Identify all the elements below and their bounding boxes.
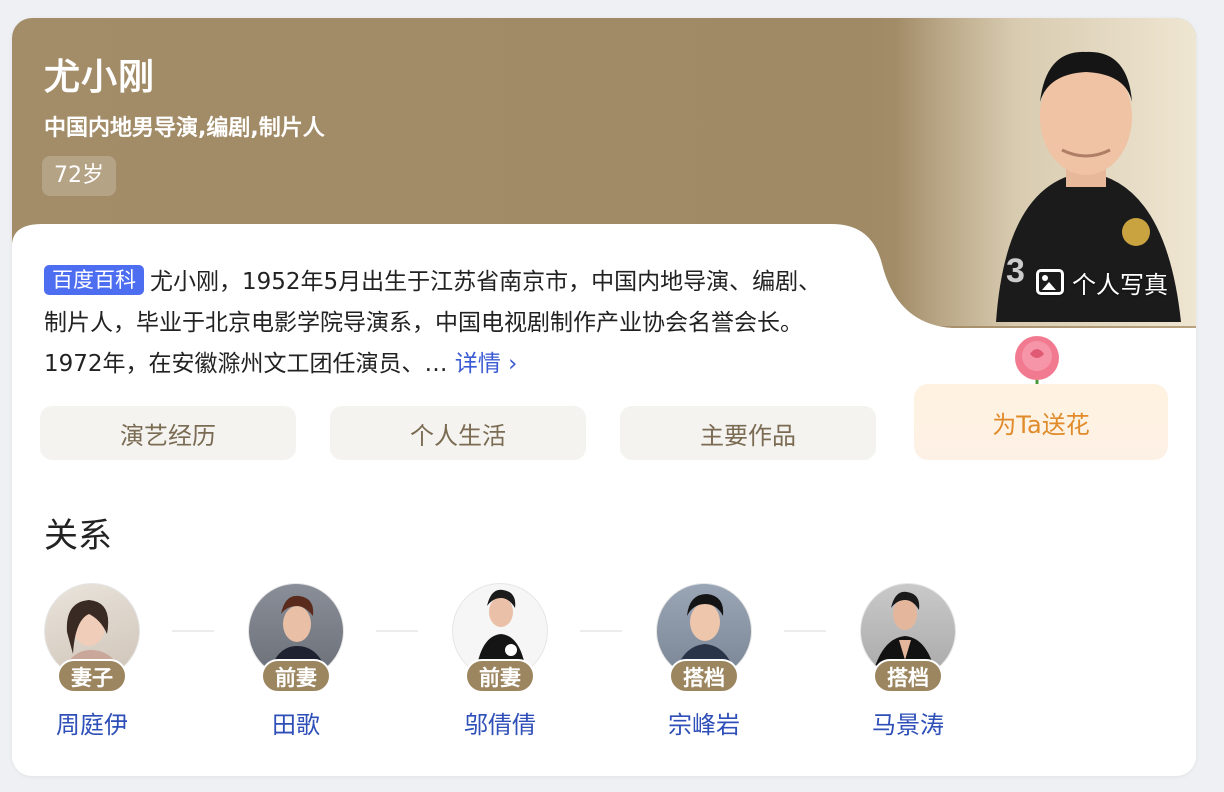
connector-line (376, 630, 418, 632)
relation-person[interactable]: 前妻 邬倩倩 (420, 583, 580, 740)
section-tabs: 演艺经历 个人生活 主要作品 (40, 406, 876, 460)
relation-name[interactable]: 邬倩倩 (464, 705, 536, 740)
age-badge: 72岁 (42, 156, 116, 196)
tab-personal-life[interactable]: 个人生活 (330, 406, 586, 460)
relations-list: 妻子 周庭伊 前妻 田歌 前妻 邬倩倩 搭档 宗峰岩 搭档 马景涛 (12, 583, 1196, 773)
relation-person[interactable]: 妻子 周庭伊 (12, 583, 172, 740)
relation-tag: 前妻 (465, 659, 535, 693)
relation-tag: 搭档 (669, 659, 739, 693)
relation-tag: 妻子 (57, 659, 127, 693)
relation-tag: 前妻 (261, 659, 331, 693)
relation-person[interactable]: 搭档 宗峰岩 (624, 583, 784, 740)
details-link[interactable]: 详情 › (455, 351, 518, 377)
relations-title: 关系 (44, 516, 112, 556)
connector-line (172, 630, 214, 632)
relation-person[interactable]: 前妻 田歌 (216, 583, 376, 740)
person-subtitle: 中国内地男导演,编剧,制片人 (44, 116, 325, 141)
person-card: 尤小刚 中国内地男导演,编剧,制片人 72岁 3 个人写真 百度百科 尤小刚，1… (12, 18, 1196, 776)
connector-line (580, 630, 622, 632)
tab-career[interactable]: 演艺经历 (40, 406, 296, 460)
send-flowers-button[interactable]: 为Ta送花 (914, 384, 1168, 460)
relation-person[interactable]: 搭档 马景涛 (828, 583, 988, 740)
relation-name[interactable]: 周庭伊 (56, 705, 128, 740)
baike-badge: 百度百科 (44, 265, 144, 295)
intro-text: 尤小刚，1952年5月出生于江苏省南京市，中国内地导演、编剧、制片人，毕业于北京… (44, 269, 822, 377)
relation-tag: 搭档 (873, 659, 943, 693)
person-name: 尤小刚 (44, 57, 156, 98)
connector-line (784, 630, 826, 632)
intro-paragraph: 百度百科 尤小刚，1952年5月出生于江苏省南京市，中国内地导演、编剧、制片人，毕… (44, 262, 844, 385)
relation-name[interactable]: 马景涛 (872, 705, 944, 740)
tab-main-works[interactable]: 主要作品 (620, 406, 876, 460)
relation-name[interactable]: 宗峰岩 (668, 705, 740, 740)
relation-name[interactable]: 田歌 (272, 705, 320, 740)
